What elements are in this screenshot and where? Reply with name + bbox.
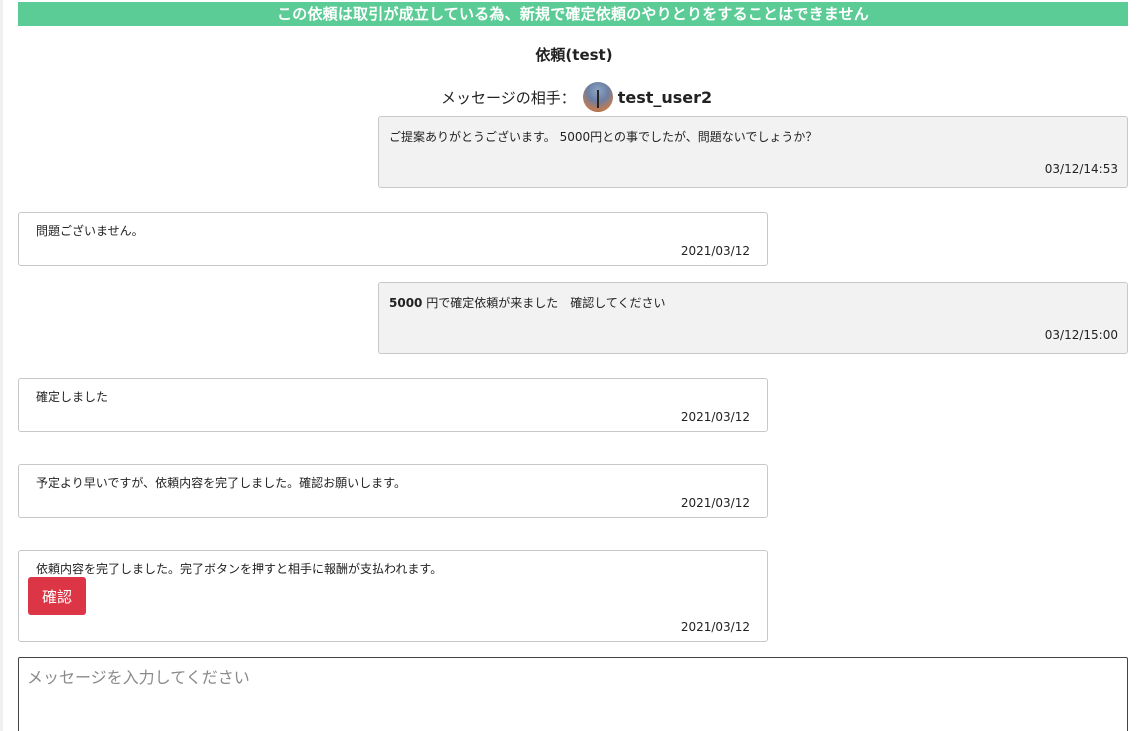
deal-closed-banner: この依頼は取引が成立している為、新規で確定依頼のやりとりをすることはできません	[18, 2, 1128, 26]
chat-page: この依頼は取引が成立している為、新規で確定依頼のやりとりをすることはできません …	[0, 0, 1142, 731]
message-bubble-theirs: 問題ございません。 2021/03/12	[18, 212, 768, 266]
message-time: 03/12/15:00	[1044, 328, 1118, 342]
message-time: 2021/03/12	[680, 244, 750, 258]
message-time: 2021/03/12	[680, 410, 750, 424]
message-text: 予定より早いですが、依頼内容を完了しました。確認お願いします。	[36, 476, 406, 490]
message-bubble-mine: ご提案ありがとうございます。 5000円との事でしたが、問題ないでしょうか？ 0…	[378, 116, 1128, 188]
page-title: 依頼(test)	[535, 46, 613, 64]
message-bubble-theirs: 確定しました 2021/03/12	[18, 378, 768, 432]
message-bubble-theirs: 予定より早いですが、依頼内容を完了しました。確認お願いします。 2021/03/…	[18, 464, 768, 518]
partner-label: メッセージの相手：	[441, 88, 576, 107]
message-time: 03/12/14:53	[1044, 162, 1118, 176]
message-bubble-theirs: 依頼内容を完了しました。完了ボタンを押すと相手に報酬が支払われます。 確認 20…	[18, 550, 768, 642]
message-bubble-mine: 5000 円で確定依頼が来ました 確認してください 03/12/15:00	[378, 282, 1128, 354]
message-time: 2021/03/12	[680, 496, 750, 510]
message-input[interactable]	[18, 657, 1128, 731]
message-text: 確定しました	[36, 390, 109, 404]
message-text: ご提案ありがとうございます。 5000円との事でしたが、問題ないでしょうか？	[389, 130, 818, 144]
message-text: 依頼内容を完了しました。完了ボタンを押すと相手に報酬が支払われます。	[36, 562, 443, 576]
message-text: 問題ございません。	[36, 224, 144, 238]
avatar[interactable]	[582, 82, 613, 112]
message-time: 2021/03/12	[680, 620, 750, 634]
offer-text: 円で確定依頼が来ました 確認してください	[422, 296, 666, 310]
message-text: 5000 円で確定依頼が来ました 確認してください	[389, 294, 666, 311]
offer-amount: 5000	[389, 296, 423, 310]
partner-name[interactable]: test_user2	[618, 88, 712, 107]
message-partner: メッセージの相手： test_user2	[441, 82, 712, 112]
confirm-button[interactable]: 確認	[28, 577, 86, 615]
